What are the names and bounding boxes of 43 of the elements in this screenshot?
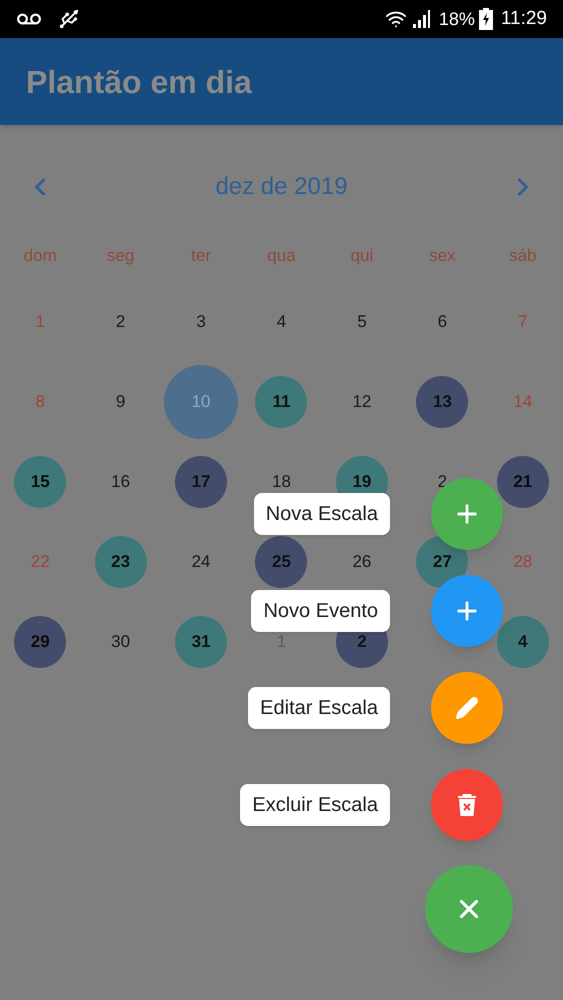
marked-day[interactable]: 23 [94,536,147,588]
marked-day[interactable]: 21 [496,456,549,508]
action-tooltip[interactable]: Excluir Escala [240,784,390,826]
today-highlight[interactable]: 10 [164,364,238,438]
clock: 11:29 [500,6,547,31]
marked-day[interactable]: 29 [14,616,66,668]
calendar-day[interactable]: 12 [352,393,372,410]
action-tooltip[interactable]: Novo Evento [251,590,390,632]
calendar-day[interactable]: 5 [357,313,367,330]
marked-day[interactable]: 17 [175,456,228,508]
marked-day[interactable]: 15 [14,456,66,508]
calendar-day[interactable]: 18 [272,473,291,490]
marked-day[interactable]: 4 [496,616,549,668]
weekday-label: sex [429,245,456,267]
calendar-day[interactable]: 6 [438,313,448,330]
calendar-day[interactable]: 24 [192,553,211,570]
weekday-label: sáb [509,245,536,267]
marked-day[interactable]: 11 [255,376,308,428]
battery-percent: 18% [438,8,475,30]
weekday-label: dom [24,245,57,267]
battery-charging-icon [478,8,493,30]
weekday-label: seg [106,245,134,267]
trash-icon [457,793,477,817]
calendar-day[interactable]: 3 [196,313,206,330]
marked-day[interactable]: 31 [175,616,228,668]
action-tooltip[interactable]: Editar Escala [248,687,390,729]
signal-icon [410,9,431,29]
marked-day[interactable]: 13 [416,376,468,428]
marked-day[interactable]: 25 [255,536,308,588]
weekday-label: qua [267,245,296,267]
calendar-day[interactable]: 30 [111,633,130,650]
weekday-label: ter [191,245,211,267]
calendar-day[interactable]: 4 [276,313,286,330]
calendar-day[interactable]: 9 [116,393,126,410]
month-title: dez de 2019 [215,172,348,202]
calendar-day[interactable]: 26 [352,553,372,570]
calendar-day[interactable]: 2 [116,313,126,330]
app-title: Plantão em dia [26,62,252,102]
action-tooltip[interactable]: Nova Escala [254,493,390,535]
calendar-day[interactable]: 16 [111,473,130,490]
weekday-label: qui [350,245,374,267]
pencil-icon [455,696,479,720]
usb-icon [58,8,80,30]
